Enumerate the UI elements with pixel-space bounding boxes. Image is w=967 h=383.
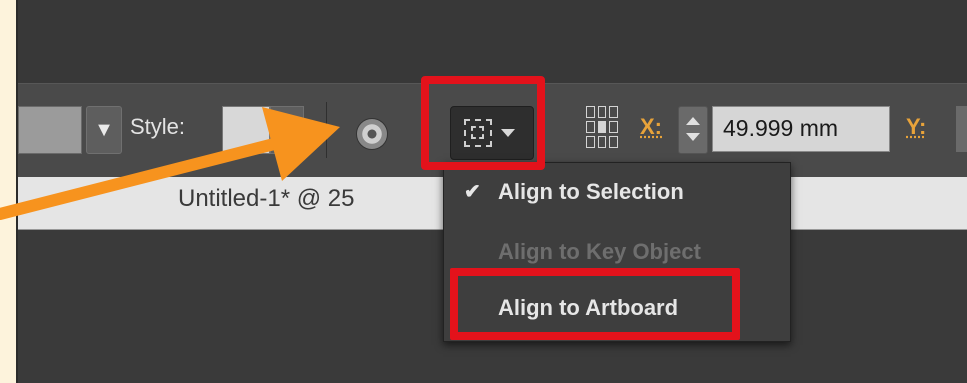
application-bar (18, 0, 967, 83)
x-label[interactable]: X: (640, 114, 662, 140)
y-stepper[interactable] (956, 106, 967, 152)
y-label[interactable]: Y: (906, 114, 926, 140)
checkmark-icon: ✔ (464, 181, 481, 203)
menu-item-label: Align to Selection (498, 179, 684, 204)
divider (326, 102, 327, 158)
stroke-swatch[interactable] (18, 106, 82, 154)
document-title: Untitled-1* @ 25 (178, 185, 355, 212)
x-stepper[interactable] (678, 106, 708, 154)
x-position-field[interactable]: 49.999 mm (712, 106, 890, 152)
reference-point-icon[interactable] (586, 106, 618, 148)
recolor-artwork-icon[interactable] (356, 118, 388, 150)
highlight-box-artboard-item (450, 268, 740, 340)
style-swatch[interactable] (222, 106, 270, 154)
style-label: Style: (130, 114, 186, 139)
menu-item-align-to-selection[interactable]: ✔ Align to Selection (444, 167, 790, 217)
chevron-down-icon[interactable]: ▼ (86, 106, 122, 154)
highlight-box-align-button (421, 76, 545, 170)
style-dropdown-button[interactable] (270, 106, 304, 154)
